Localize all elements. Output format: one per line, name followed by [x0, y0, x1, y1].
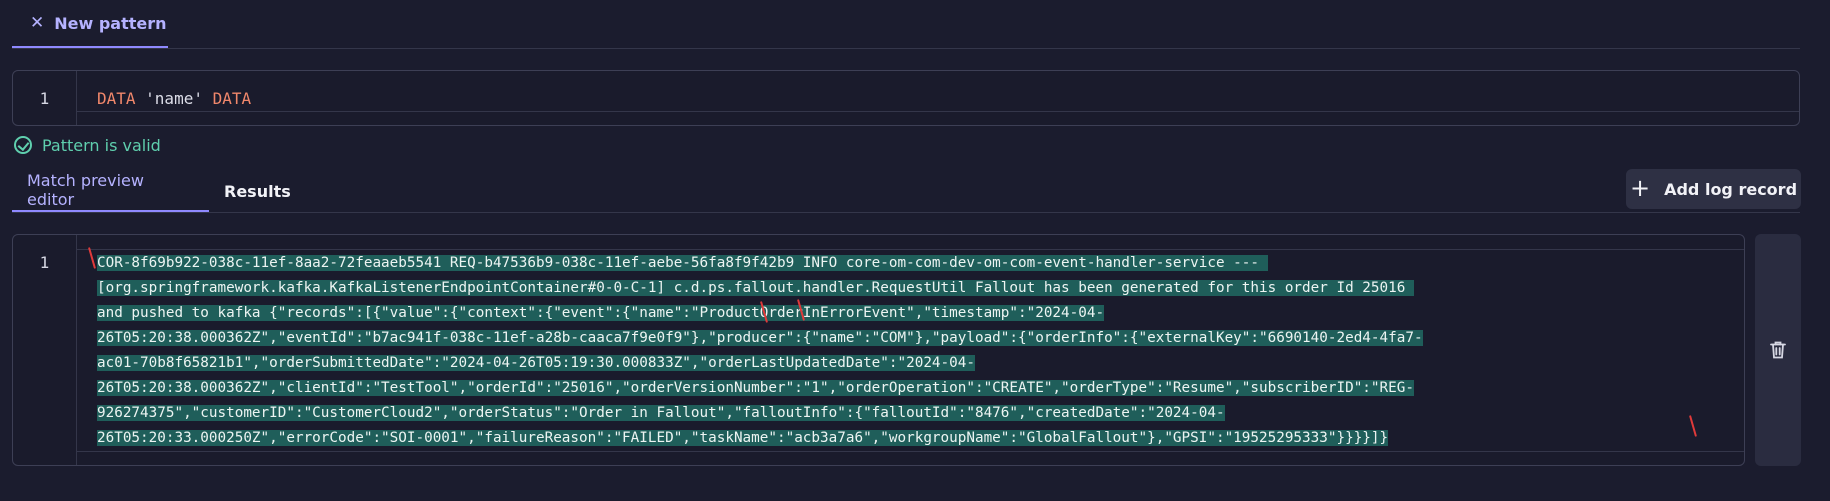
log-line-number: 1: [13, 235, 77, 465]
tabs-divider: [12, 212, 1800, 213]
log-record-editor[interactable]: 1 COR-8f69b922-038c-11ef-8aa2-72feaaeb55…: [12, 234, 1745, 466]
pattern-token-name: 'name': [135, 89, 213, 108]
close-icon[interactable]: ✕: [30, 14, 44, 32]
log-text-line: ac01-70b8f65821b1","orderSubmittedDate":…: [97, 355, 975, 371]
tab-match-preview-editor[interactable]: Match preview editor: [12, 170, 209, 212]
log-line-guide-top: [77, 249, 1744, 250]
delete-log-record-button[interactable]: [1755, 234, 1801, 466]
log-text-line: COR-8f69b922-038c-11ef-8aa2-72feaaeb5541…: [97, 255, 1268, 271]
pattern-token-data: DATA: [212, 89, 252, 108]
pattern-code-line[interactable]: DATA 'name' DATA: [97, 89, 251, 108]
log-text-line: 926274375","customerID":"CustomerCloud2"…: [97, 405, 1225, 421]
plus-icon: +: [1629, 174, 1651, 202]
check-circle-icon: [14, 136, 32, 154]
pattern-line-number: 1: [13, 71, 77, 125]
log-text-line: [org.springframework.kafka.KafkaListener…: [97, 280, 1414, 296]
pattern-valid-status: Pattern is valid: [14, 134, 161, 156]
tab-new-pattern-label: New pattern: [54, 13, 167, 33]
log-record-text[interactable]: COR-8f69b922-038c-11ef-8aa2-72feaaeb5541…: [97, 251, 1737, 451]
top-divider: [12, 48, 1800, 49]
log-line-guide-bottom: [77, 451, 1744, 452]
tab-results[interactable]: Results: [209, 170, 306, 212]
trash-icon: [1770, 341, 1786, 359]
pattern-editor-page: ✕ New pattern 1 DATA 'name' DATA Pattern…: [0, 0, 1830, 501]
add-log-record-button[interactable]: + Add log record: [1626, 169, 1801, 209]
add-log-record-label: Add log record: [1664, 179, 1798, 199]
pattern-code-editor[interactable]: 1 DATA 'name' DATA: [12, 70, 1800, 126]
log-text-line: 26T05:20:38.000362Z","clientId":"TestToo…: [97, 380, 1414, 396]
pattern-token-data: DATA: [97, 89, 136, 108]
preview-tabs: Match preview editor Results: [12, 170, 306, 212]
tab-new-pattern[interactable]: ✕ New pattern: [12, 0, 168, 48]
log-text-line: and pushed to kafka {"records":[{"value"…: [97, 305, 1105, 321]
pattern-valid-text: Pattern is valid: [42, 135, 161, 155]
log-text-line: 26T05:20:38.000362Z","eventId":"b7ac941f…: [97, 330, 1423, 346]
match-start-marker: [88, 247, 96, 269]
log-text-line: 26T05:20:33.000250Z","errorCode":"SOI-00…: [97, 430, 1389, 446]
pattern-line-guide: [77, 111, 1799, 112]
